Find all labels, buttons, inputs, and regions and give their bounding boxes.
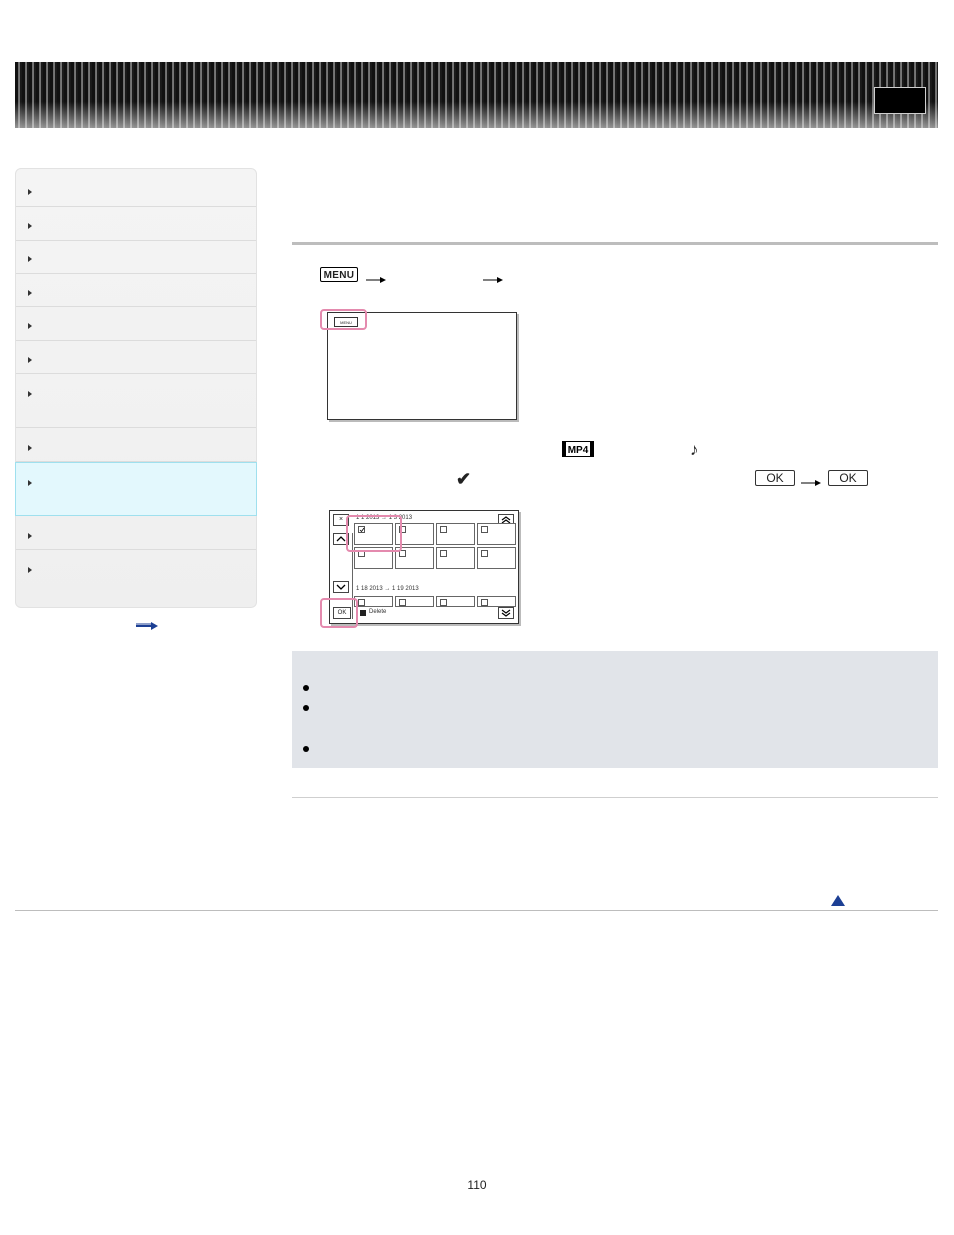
ok-highlight (320, 598, 358, 628)
thumbnail (436, 523, 475, 545)
thumbnail (436, 596, 475, 607)
sidebar-item-5[interactable] (16, 307, 256, 341)
ok-button-2: OK (828, 470, 868, 486)
page-down-icon (498, 607, 514, 619)
header-box[interactable] (874, 87, 926, 114)
caret-right-icon (28, 256, 32, 262)
footer-rule (15, 910, 938, 911)
caret-right-icon (28, 290, 32, 296)
thumbnail-highlight (346, 515, 402, 552)
sidebar-item-2[interactable] (16, 207, 256, 241)
checkbox-icon (481, 550, 488, 557)
caret-right-icon (28, 445, 32, 451)
sidebar-item-9-active[interactable] (15, 462, 257, 516)
notes-box (292, 651, 938, 768)
bullet-icon (303, 705, 309, 711)
thumbnail (477, 547, 516, 569)
caret-right-icon (28, 391, 32, 397)
right-arrow-icon (483, 277, 503, 283)
sidebar-item-8[interactable] (16, 428, 256, 462)
thumbnail (477, 523, 516, 545)
date-range-bottom: 1 18 2013 → 1 19 2013 (356, 586, 419, 592)
checkbox-icon (399, 599, 406, 606)
mp4-movie-icon: MP4 (562, 441, 594, 457)
sidebar-item-7[interactable] (16, 374, 256, 428)
ok-button-1: OK (755, 470, 795, 486)
svg-text:MP4: MP4 (568, 445, 589, 456)
right-arrow-icon[interactable] (136, 621, 158, 631)
sidebar-nav (15, 168, 257, 608)
checkbox-icon (481, 526, 488, 533)
bullet-icon (303, 746, 309, 752)
caret-right-icon (28, 567, 32, 573)
title-rule (292, 242, 938, 245)
page-number: 110 (467, 1178, 487, 1192)
sidebar-item-3[interactable] (16, 241, 256, 274)
thumbnail (477, 596, 516, 607)
scroll-down-icon (333, 581, 349, 593)
checkbox-icon (440, 526, 447, 533)
checkbox-icon (358, 599, 365, 606)
right-arrow-icon (366, 277, 386, 283)
header-banner (15, 62, 938, 128)
check-icon: ✔ (456, 469, 472, 489)
checkbox-icon (481, 599, 488, 606)
sidebar-item-1[interactable] (16, 169, 256, 207)
music-icon: ♪ (690, 440, 699, 459)
sidebar-item-11[interactable] (16, 550, 256, 607)
thumbnail (436, 547, 475, 569)
section-rule (292, 797, 938, 798)
back-to-top-icon[interactable] (831, 895, 845, 906)
caret-right-icon (28, 480, 32, 486)
checkbox-icon (440, 550, 447, 557)
menu-button: MENU (320, 267, 358, 282)
caret-right-icon (28, 189, 32, 195)
caret-right-icon (28, 533, 32, 539)
caret-right-icon (28, 223, 32, 229)
menu-highlight (320, 309, 367, 330)
thumbnail (395, 596, 434, 607)
checkbox-icon (440, 599, 447, 606)
bullet-icon (303, 685, 309, 691)
delete-label: Delete (369, 609, 387, 615)
caret-right-icon (28, 357, 32, 363)
thumbnail (354, 596, 393, 607)
sidebar-item-4[interactable] (16, 274, 256, 307)
delete-icon (360, 610, 366, 616)
caret-right-icon (28, 323, 32, 329)
right-arrow-icon (801, 480, 821, 486)
sidebar-item-6[interactable] (16, 341, 256, 374)
sidebar-item-10[interactable] (16, 516, 256, 550)
